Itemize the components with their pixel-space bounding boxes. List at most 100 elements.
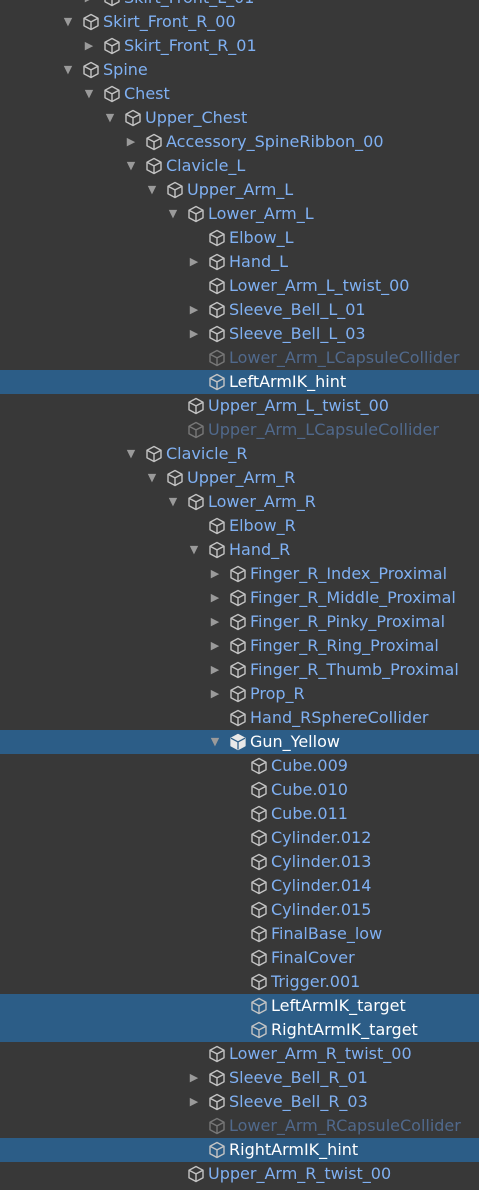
hierarchy-row-label: Skirt_Front_L_01 xyxy=(124,0,254,10)
hierarchy-row[interactable]: Lower_Arm_L_twist_00 xyxy=(0,274,479,298)
hierarchy-row[interactable]: Trigger.001 xyxy=(0,970,479,994)
hierarchy-row[interactable]: ▶ Sleeve_Bell_R_01 xyxy=(0,1066,479,1090)
expand-arrow-down-icon[interactable]: ▼ xyxy=(124,154,138,178)
hierarchy-row[interactable]: ▶ Sleeve_Bell_R_03 xyxy=(0,1090,479,1114)
gameobject-cube-icon xyxy=(145,445,163,463)
hierarchy-row[interactable]: Hand_RSphereCollider xyxy=(0,706,479,730)
hierarchy-row[interactable]: ▶ Skirt_Front_R_01 xyxy=(0,34,479,58)
expand-arrow-right-icon[interactable]: ▶ xyxy=(187,1090,201,1114)
hierarchy-row-label: Sleeve_Bell_L_03 xyxy=(229,324,366,343)
hierarchy-row[interactable]: ▶ Finger_R_Pinky_Proximal xyxy=(0,610,479,634)
gameobject-cube-icon xyxy=(187,1165,205,1183)
expand-arrow-right-icon[interactable]: ▶ xyxy=(187,298,201,322)
gameobject-cube-icon xyxy=(208,253,226,271)
hierarchy-row[interactable]: ▶ Finger_R_Index_Proximal xyxy=(0,562,479,586)
expand-arrow-down-icon[interactable]: ▼ xyxy=(166,202,180,226)
hierarchy-row-label: Hand_R xyxy=(229,540,291,559)
expand-arrow-right-icon[interactable]: ▶ xyxy=(187,322,201,346)
hierarchy-row[interactable]: ▼ Upper_Arm_L xyxy=(0,178,479,202)
hierarchy-row[interactable]: Elbow_R xyxy=(0,514,479,538)
hierarchy-row[interactable]: ▼ Skirt_Front_R_00 xyxy=(0,10,479,34)
hierarchy-row[interactable]: ▼ Lower_Arm_R xyxy=(0,490,479,514)
hierarchy-tree: ▶ Skirt_Front_L_01 ▼ Skirt_Front_R_00 ▶ Skirt… xyxy=(0,0,479,1186)
expand-arrow-down-icon[interactable]: ▼ xyxy=(187,538,201,562)
hierarchy-row[interactable]: RightArmIK_hint xyxy=(0,1138,479,1162)
hierarchy-row[interactable]: ▶ Sleeve_Bell_L_01 xyxy=(0,298,479,322)
expand-arrow-right-icon[interactable]: ▶ xyxy=(208,658,222,682)
gameobject-cube-icon xyxy=(208,1045,226,1063)
hierarchy-row[interactable]: LeftArmIK_hint xyxy=(0,370,479,394)
hierarchy-row[interactable]: Lower_Arm_LCapsuleCollider xyxy=(0,346,479,370)
hierarchy-row[interactable]: ▼ Upper_Chest xyxy=(0,106,479,130)
gameobject-cube-icon xyxy=(208,1117,226,1135)
hierarchy-row[interactable]: ▼ Clavicle_L xyxy=(0,154,479,178)
expand-arrow-right-icon[interactable]: ▶ xyxy=(82,34,96,58)
expand-arrow-right-icon[interactable]: ▶ xyxy=(208,586,222,610)
expand-arrow-down-icon[interactable]: ▼ xyxy=(82,82,96,106)
hierarchy-row-label: Upper_Arm_R xyxy=(187,468,296,487)
hierarchy-row-label: Upper_Arm_LCapsuleCollider xyxy=(208,420,439,439)
hierarchy-row[interactable]: ▶ Finger_R_Ring_Proximal xyxy=(0,634,479,658)
hierarchy-row[interactable]: Cube.009 xyxy=(0,754,479,778)
expand-arrow-down-icon[interactable]: ▼ xyxy=(145,466,159,490)
gameobject-cube-icon xyxy=(250,805,268,823)
hierarchy-row-label: Upper_Arm_R_twist_00 xyxy=(208,1164,392,1183)
expand-arrow-right-icon[interactable]: ▶ xyxy=(187,250,201,274)
hierarchy-row[interactable]: ▼ Lower_Arm_L xyxy=(0,202,479,226)
expand-arrow-right-icon[interactable]: ▶ xyxy=(187,1066,201,1090)
hierarchy-row[interactable]: LeftArmIK_target xyxy=(0,994,479,1018)
gameobject-cube-icon xyxy=(103,85,121,103)
hierarchy-row[interactable]: Cylinder.013 xyxy=(0,850,479,874)
hierarchy-row[interactable]: ▶ Accessory_SpineRibbon_00 xyxy=(0,130,479,154)
gameobject-cube-icon xyxy=(166,469,184,487)
expand-arrow-down-icon[interactable]: ▼ xyxy=(166,490,180,514)
hierarchy-row[interactable]: ▼ Chest xyxy=(0,82,479,106)
gameobject-cube-icon xyxy=(229,589,247,607)
prefab-cube-icon xyxy=(229,733,247,751)
hierarchy-row[interactable]: Lower_Arm_R_twist_00 xyxy=(0,1042,479,1066)
hierarchy-row[interactable]: Cylinder.012 xyxy=(0,826,479,850)
hierarchy-row-label: FinalCover xyxy=(271,948,355,967)
hierarchy-row[interactable]: Elbow_L xyxy=(0,226,479,250)
hierarchy-row[interactable]: Lower_Arm_RCapsuleCollider xyxy=(0,1114,479,1138)
expand-arrow-down-icon[interactable]: ▼ xyxy=(145,178,159,202)
expand-arrow-right-icon[interactable]: ▶ xyxy=(124,130,138,154)
hierarchy-row-label: Clavicle_L xyxy=(166,156,246,175)
hierarchy-row[interactable]: ▶ Finger_R_Thumb_Proximal xyxy=(0,658,479,682)
expand-arrow-right-icon[interactable]: ▶ xyxy=(208,610,222,634)
hierarchy-row[interactable]: Cylinder.014 xyxy=(0,874,479,898)
hierarchy-row[interactable]: ▼ Clavicle_R xyxy=(0,442,479,466)
expand-arrow-down-icon[interactable]: ▼ xyxy=(61,58,75,82)
hierarchy-row[interactable]: Upper_Arm_R_twist_00 xyxy=(0,1162,479,1186)
gameobject-cube-icon xyxy=(250,949,268,967)
hierarchy-row[interactable]: Upper_Arm_L_twist_00 xyxy=(0,394,479,418)
expand-arrow-down-icon[interactable]: ▼ xyxy=(103,106,117,130)
hierarchy-row[interactable]: Cube.011 xyxy=(0,802,479,826)
hierarchy-row[interactable]: ▼ Spine xyxy=(0,58,479,82)
hierarchy-row-label: Lower_Arm_R xyxy=(208,492,316,511)
hierarchy-row-label: Chest xyxy=(124,84,170,103)
hierarchy-row[interactable]: RightArmIK_target xyxy=(0,1018,479,1042)
hierarchy-row[interactable]: ▶ Prop_R xyxy=(0,682,479,706)
expand-arrow-down-icon[interactable]: ▼ xyxy=(124,442,138,466)
expand-arrow-right-icon[interactable]: ▶ xyxy=(208,682,222,706)
hierarchy-row[interactable]: FinalBase_low xyxy=(0,922,479,946)
hierarchy-row[interactable]: ▼ Upper_Arm_R xyxy=(0,466,479,490)
hierarchy-row-label: Finger_R_Pinky_Proximal xyxy=(250,612,446,631)
hierarchy-row[interactable]: Cube.010 xyxy=(0,778,479,802)
hierarchy-row[interactable]: Upper_Arm_LCapsuleCollider xyxy=(0,418,479,442)
hierarchy-row-label: Elbow_L xyxy=(229,228,294,247)
hierarchy-row[interactable]: ▶ Sleeve_Bell_L_03 xyxy=(0,322,479,346)
expand-arrow-right-icon[interactable]: ▶ xyxy=(208,634,222,658)
hierarchy-row[interactable]: ▼ Hand_R xyxy=(0,538,479,562)
hierarchy-row[interactable]: FinalCover xyxy=(0,946,479,970)
hierarchy-row[interactable]: ▶ Hand_L xyxy=(0,250,479,274)
expand-arrow-right-icon[interactable]: ▶ xyxy=(208,562,222,586)
hierarchy-row[interactable]: ▶ Finger_R_Middle_Proximal xyxy=(0,586,479,610)
expand-arrow-right-icon[interactable]: ▶ xyxy=(82,0,96,10)
expand-arrow-down-icon[interactable]: ▼ xyxy=(208,730,222,754)
expand-arrow-down-icon[interactable]: ▼ xyxy=(61,10,75,34)
hierarchy-row[interactable]: ▶ Skirt_Front_L_01 xyxy=(0,0,479,10)
hierarchy-row[interactable]: ▼ Gun_Yellow xyxy=(0,730,479,754)
hierarchy-row[interactable]: Cylinder.015 xyxy=(0,898,479,922)
